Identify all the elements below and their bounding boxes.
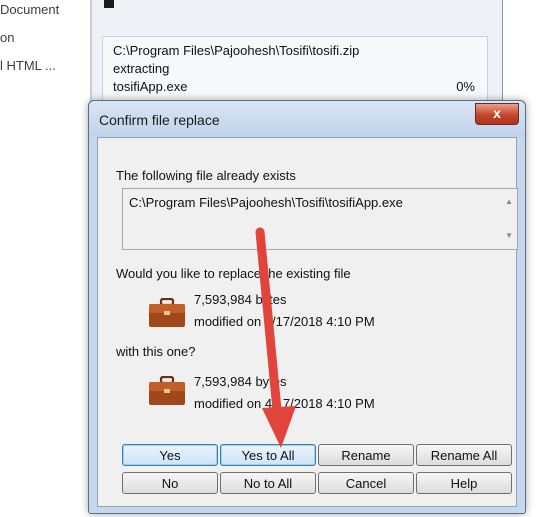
existing-file-size: 7,593,984 bytes xyxy=(194,292,287,307)
progress-info-box: C:\Program Files\Pajoohesh\Tosifi\tosifi… xyxy=(102,36,488,108)
cancel-button[interactable]: Cancel xyxy=(318,472,414,494)
with-label: with this one? xyxy=(116,344,196,359)
sidebar-item[interactable]: on xyxy=(0,30,88,45)
replace-question: Would you like to replace the existing f… xyxy=(116,266,351,281)
file-path: C:\Program Files\Pajoohesh\Tosifi\tosifi… xyxy=(129,195,403,210)
dialog-content: The following file already exists C:\Pro… xyxy=(97,137,518,507)
briefcase-icon xyxy=(149,298,185,327)
existing-file-modified: modified on 4/17/2018 4:10 PM xyxy=(194,314,375,329)
background-sidebar: Document on l HTML ... xyxy=(0,0,92,517)
yes-to-all-button[interactable]: Yes to All xyxy=(220,444,316,466)
no-to-all-button[interactable]: No to All xyxy=(220,472,316,494)
sidebar-item[interactable]: Document xyxy=(0,2,88,17)
new-file-size: 7,593,984 bytes xyxy=(194,374,287,389)
scroll-up-icon[interactable]: ▲ xyxy=(505,197,513,206)
progress-marker xyxy=(104,0,114,8)
sidebar-item[interactable]: l HTML ... xyxy=(0,58,88,73)
confirm-file-replace-dialog: Confirm file replace x The following fil… xyxy=(88,100,526,514)
progress-percent: 0% xyxy=(456,79,475,94)
no-button[interactable]: No xyxy=(122,472,218,494)
dialog-title: Confirm file replace xyxy=(99,112,220,128)
new-file-modified: modified on 4/17/2018 4:10 PM xyxy=(194,396,375,411)
close-button[interactable]: x xyxy=(475,103,519,125)
file-path-box[interactable]: C:\Program Files\Pajoohesh\Tosifi\tosifi… xyxy=(122,188,518,250)
archive-path: C:\Program Files\Pajoohesh\Tosifi\tosifi… xyxy=(113,43,360,58)
rename-button[interactable]: Rename xyxy=(318,444,414,466)
title-bar[interactable]: Confirm file replace x xyxy=(89,101,525,137)
yes-button[interactable]: Yes xyxy=(122,444,218,466)
rename-all-button[interactable]: Rename All xyxy=(416,444,512,466)
progress-file: tosifiApp.exe xyxy=(113,79,188,94)
exists-message: The following file already exists xyxy=(116,168,296,183)
help-button[interactable]: Help xyxy=(416,472,512,494)
briefcase-icon xyxy=(149,376,185,405)
progress-status: extracting xyxy=(113,61,170,76)
scroll-down-icon[interactable]: ▼ xyxy=(505,231,513,240)
